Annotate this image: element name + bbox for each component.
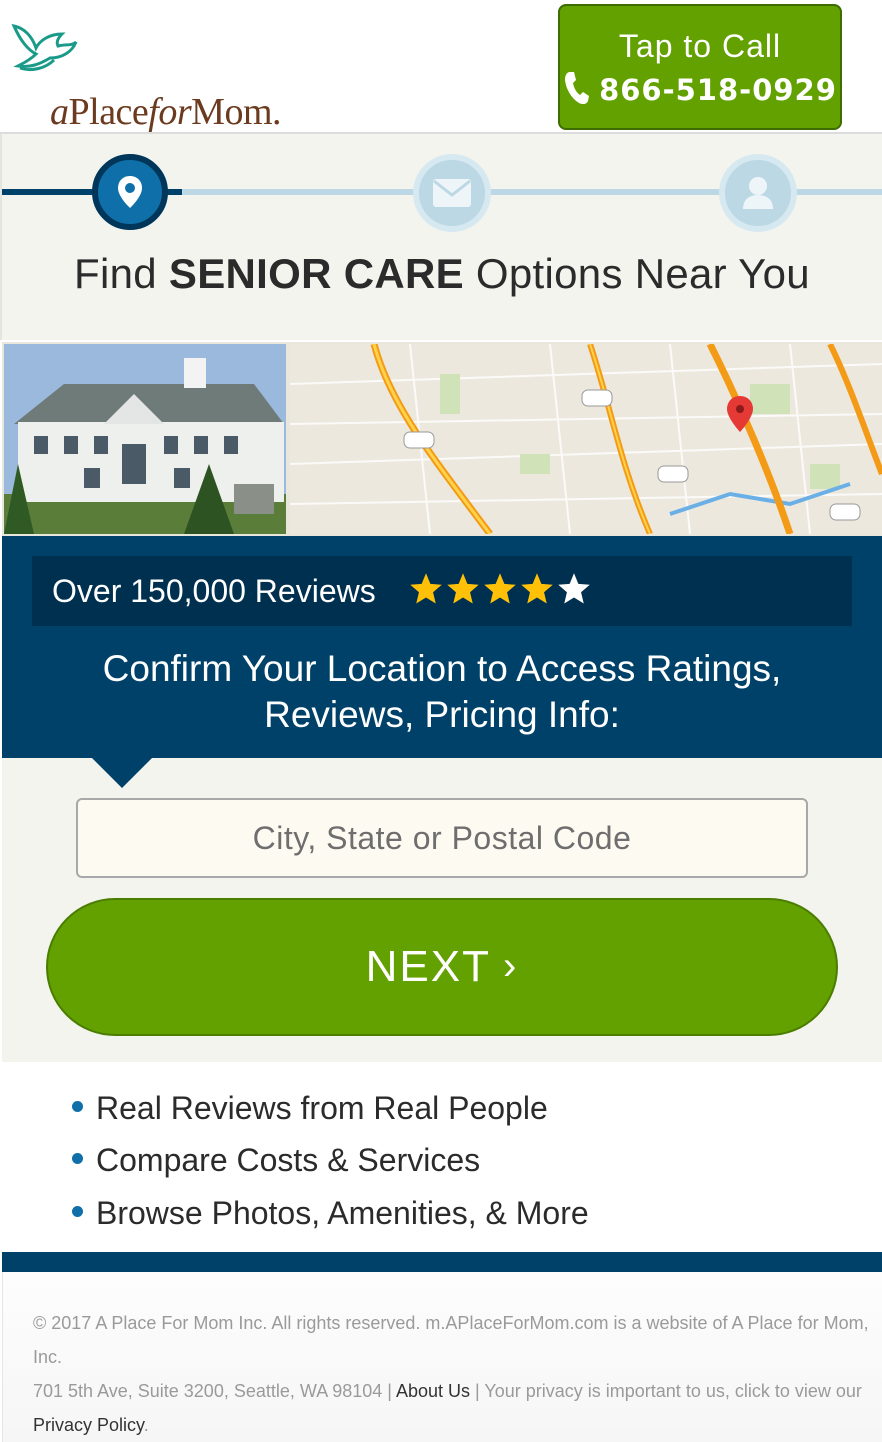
bullet-icon: [72, 1206, 83, 1217]
list-item: Browse Photos, Amenities, & More: [72, 1195, 589, 1232]
address-line: 701 5th Ave, Suite 3200, Seattle, WA 981…: [33, 1381, 862, 1401]
panel-pointer: [92, 758, 152, 788]
star-filled-icon: [521, 573, 553, 604]
reviews-count: Over 150,000 Reviews: [52, 573, 376, 609]
location-form: NEXT›: [2, 758, 882, 1062]
star-rating: [408, 571, 593, 609]
step-contact: [413, 154, 491, 232]
chevron-right-icon: ›: [503, 944, 519, 988]
bird-logo-icon: [11, 23, 78, 72]
progress-steps-area: Find SENIOR CARE Options Near You: [0, 134, 882, 340]
footer-text: © 2017 A Place For Mom Inc. All rights r…: [33, 1306, 873, 1442]
footer: © 2017 A Place For Mom Inc. All rights r…: [2, 1272, 882, 1442]
tap-to-call-button[interactable]: Tap to Call 866-518-0929: [558, 4, 842, 130]
confirm-location-text: Confirm Your Location to Access Ratings,…: [102, 648, 782, 735]
copyright-text: © 2017 A Place For Mom Inc. All rights r…: [33, 1313, 869, 1367]
privacy-line: Privacy Policy.: [33, 1415, 149, 1435]
reviews-bar: Over 150,000 Reviews: [32, 556, 852, 626]
benefits-list: Real Reviews from Real People Compare Co…: [0, 1062, 882, 1252]
privacy-policy-link[interactable]: Privacy Policy: [33, 1415, 144, 1435]
list-item: Compare Costs & Services: [72, 1142, 480, 1179]
envelope-icon: [433, 179, 471, 207]
location-pin-icon: [118, 176, 142, 208]
next-button[interactable]: NEXT ›: [46, 898, 838, 1036]
page-title: Find SENIOR CARE Options Near You: [74, 250, 810, 297]
footer-divider: [2, 1252, 882, 1272]
about-us-link[interactable]: About Us: [396, 1381, 470, 1401]
phone-icon: [565, 72, 590, 105]
list-item: Real Reviews from Real People: [72, 1090, 548, 1127]
user-icon: [743, 177, 773, 209]
bullet-icon: [72, 1101, 83, 1112]
logo-wordmark: aPlaceforMom.: [50, 91, 282, 133]
confirm-location-panel: Over 150,000 Reviews Confirm Your Locati…: [2, 536, 882, 758]
phone-number: 866-518-0929: [560, 70, 840, 107]
tap-to-call-label: Tap to Call: [618, 28, 782, 64]
hero-images: [2, 342, 882, 536]
step-profile: [719, 154, 797, 232]
senior-home-photo: [4, 344, 286, 534]
bullet-icon: [72, 1153, 83, 1164]
location-input[interactable]: [76, 798, 808, 878]
star-filled-icon: [447, 573, 479, 604]
a-place-for-mom-logo[interactable]: aPlaceforMom.: [10, 18, 310, 133]
star-filled-icon: [410, 573, 442, 604]
star-empty-icon: [558, 573, 590, 604]
location-map: [290, 344, 882, 534]
step-location: [92, 154, 168, 230]
header: aPlaceforMom. Tap to Call 866-518-0929: [0, 0, 882, 134]
star-filled-icon: [484, 573, 516, 604]
